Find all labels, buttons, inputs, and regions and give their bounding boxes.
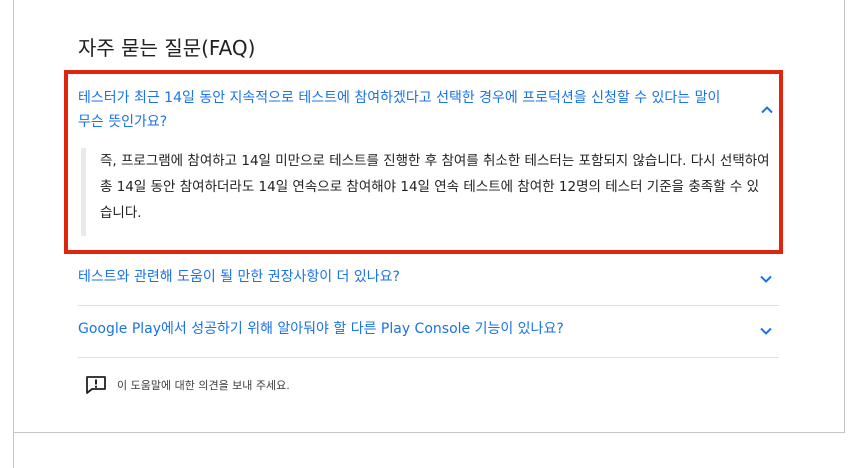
frame-border-right [844, 0, 845, 432]
frame-border-left [13, 0, 14, 468]
frame-border-bottom [13, 432, 845, 433]
faq-item-expanded: 테스터가 최근 14일 동안 지속적으로 테스트에 참여하겠다고 선택한 경우에… [64, 70, 783, 254]
faq-question-1[interactable]: 테스터가 최근 14일 동안 지속적으로 테스트에 참여하겠다고 선택한 경우에… [78, 86, 728, 134]
feedback-label[interactable]: 이 도움말에 대한 의견을 보내 주세요. [117, 377, 290, 393]
chevron-up-icon[interactable] [760, 103, 774, 117]
faq-page: 자주 묻는 질문(FAQ) 테스터가 최근 14일 동안 지속적으로 테스트에 … [0, 0, 858, 468]
chevron-down-icon[interactable] [759, 324, 773, 338]
feedback-icon [85, 375, 107, 395]
faq-title: 자주 묻는 질문(FAQ) [78, 36, 256, 60]
faq-item-2[interactable]: 테스트와 관련해 도움이 될 만한 권장사항이 더 있나요? [78, 253, 779, 306]
faq-answer-1: 즉, 프로그램에 참여하고 14일 미만으로 테스트를 진행한 후 참여를 취소… [81, 148, 771, 236]
faq-question-3[interactable]: Google Play에서 성공하기 위해 알아둬야 할 다른 Play Con… [78, 317, 564, 341]
chevron-down-icon[interactable] [759, 272, 773, 286]
faq-item-3[interactable]: Google Play에서 성공하기 위해 알아둬야 할 다른 Play Con… [78, 305, 779, 358]
faq-question-2[interactable]: 테스트와 관련해 도움이 될 만한 권장사항이 더 있나요? [78, 265, 400, 289]
